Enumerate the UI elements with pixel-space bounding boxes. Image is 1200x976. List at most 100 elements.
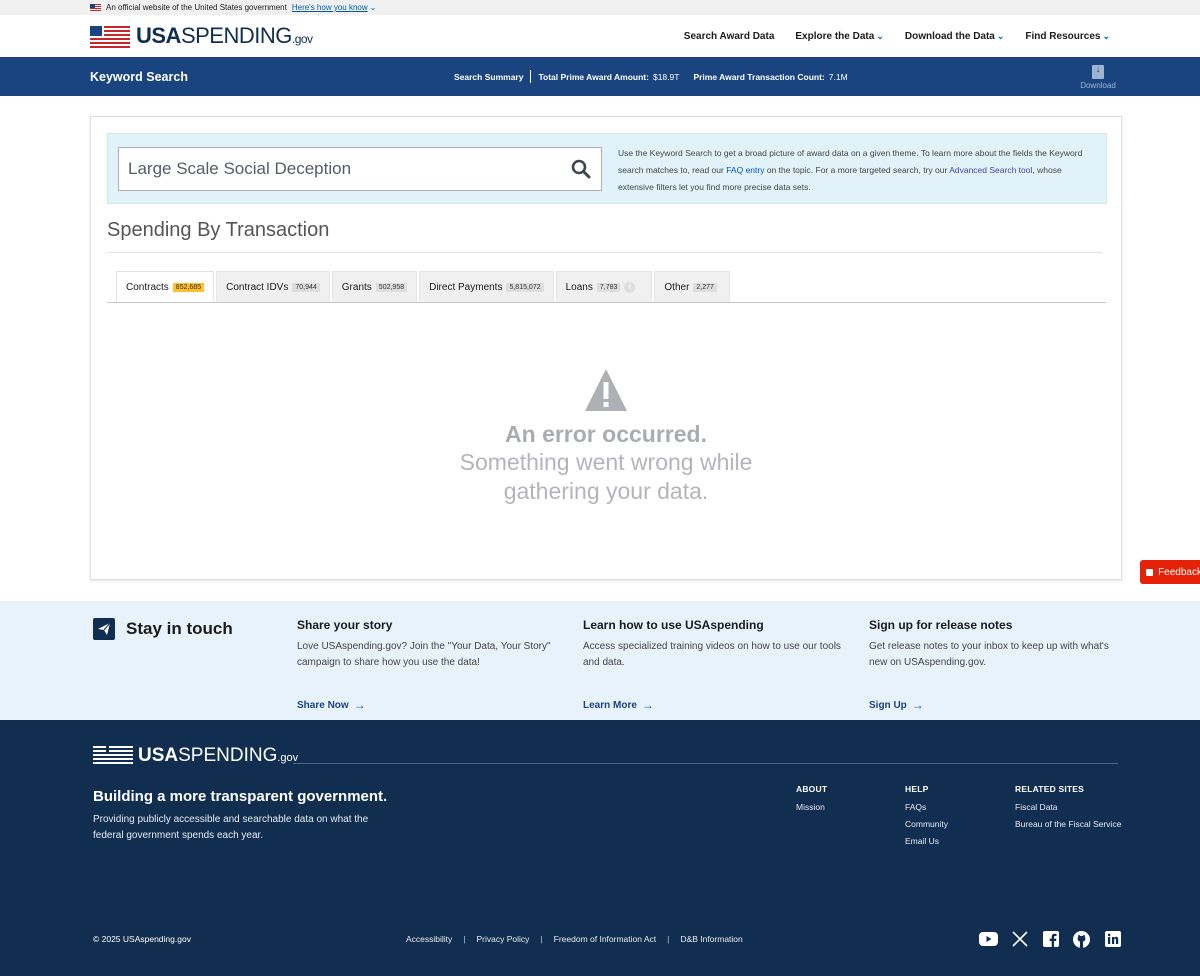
social-links xyxy=(979,930,1122,948)
tab-count: 2,277 xyxy=(693,282,717,292)
nav-search-award-data[interactable]: Search Award Data xyxy=(684,31,775,42)
heres-how-you-know-link[interactable]: Here's how you know xyxy=(292,3,368,12)
tab-count: 5,815,072 xyxy=(506,282,544,292)
copyright: © 2025 USAspending.gov xyxy=(93,934,191,944)
footer-related-sites-column: RELATED SITES Fiscal Data Bureau of the … xyxy=(1015,784,1121,836)
privacy-policy-link[interactable]: Privacy Policy xyxy=(477,934,530,944)
tab-count: 502,958 xyxy=(375,282,408,292)
tab-count: 7,783 xyxy=(596,282,621,292)
total-amount-value: $18.9T xyxy=(652,71,680,82)
arrow-right-icon: → xyxy=(353,698,366,712)
footer-link-fiscal-data[interactable]: Fiscal Data xyxy=(1015,802,1121,812)
gov-banner: An official website of the United States… xyxy=(0,0,1200,15)
tab-contract-idvs[interactable]: Contract IDVs 70,944 xyxy=(216,271,330,302)
info-icon[interactable]: i xyxy=(624,281,636,293)
column-heading: Share your story xyxy=(297,618,393,632)
error-message: An error occurred. Something went wrong … xyxy=(391,367,821,506)
tab-count: 852,685 xyxy=(172,282,205,292)
sign-up-link[interactable]: Sign Up → xyxy=(869,698,924,712)
tab-other[interactable]: Other 2,277 xyxy=(654,271,730,302)
column-heading: Learn how to use USAspending xyxy=(583,618,764,632)
share-now-link[interactable]: Share Now → xyxy=(297,698,366,712)
learn-column: Learn how to use USAspending Access spec… xyxy=(583,618,843,712)
chevron-down-icon: ⌄ xyxy=(876,30,884,41)
nav-download-the-data[interactable]: Download the Data ⌄ xyxy=(905,31,1005,42)
footer-logo[interactable]: USASPENDING.gov xyxy=(93,745,298,767)
site-footer: USASPENDING.gov Building a more transpar… xyxy=(0,720,1200,976)
transaction-count-label: Prime Award Transaction Count: xyxy=(693,71,825,82)
footer-tagline: Building a more transparent government. xyxy=(93,788,388,805)
stay-in-touch-title: Stay in touch xyxy=(126,619,233,638)
main-nav: Search Award Data Explore the Data ⌄ Down… xyxy=(684,31,1110,42)
chevron-down-icon: ⌄ xyxy=(996,30,1005,41)
share-story-column: Share your story Love USAspending.gov? J… xyxy=(297,618,557,712)
stay-in-touch-section: Stay in touch Share your story Love USAs… xyxy=(0,601,1200,720)
footer-column-heading: HELP xyxy=(905,784,929,794)
search-button[interactable] xyxy=(561,148,601,190)
divider xyxy=(107,302,1106,303)
footer-help-column: HELP FAQs Community Email Us xyxy=(905,784,948,853)
nav-explore-the-data[interactable]: Explore the Data ⌄ xyxy=(795,31,883,42)
release-notes-column: Sign up for release notes Get release no… xyxy=(869,618,1129,712)
stay-in-touch-header: Stay in touch xyxy=(93,618,233,640)
download-icon xyxy=(1092,64,1104,79)
download-button[interactable]: Download xyxy=(1078,64,1118,90)
divider xyxy=(107,252,1102,253)
arrow-right-icon: → xyxy=(911,698,924,712)
dnb-information-link[interactable]: D&B Information xyxy=(680,934,742,944)
footer-link-community[interactable]: Community xyxy=(905,819,948,829)
facebook-icon[interactable] xyxy=(1041,930,1060,948)
feedback-label: Feedback xyxy=(1158,566,1200,578)
foia-link[interactable]: Freedom of Information Act xyxy=(554,934,657,944)
search-input[interactable] xyxy=(119,148,561,190)
divider xyxy=(293,763,1118,764)
paper-plane-icon xyxy=(93,618,115,640)
tab-grants[interactable]: Grants 502,958 xyxy=(331,271,418,302)
error-text-line2: gathering your data. xyxy=(503,478,709,504)
footer-link-email-us[interactable]: Email Us xyxy=(905,836,948,846)
github-icon[interactable] xyxy=(1072,930,1091,948)
footer-link-mission[interactable]: Mission xyxy=(796,802,827,812)
column-heading: Sign up for release notes xyxy=(869,618,1013,632)
transaction-count-value: 7.1M xyxy=(828,71,848,82)
faq-link[interactable]: FAQ entry xyxy=(726,165,764,175)
column-text: Love USAspending.gov? Join the "Your Dat… xyxy=(297,641,551,668)
award-type-tabs: Contracts 852,685 Contract IDVs 70,944 Gra… xyxy=(116,271,730,303)
search-help-text: Use the Keyword Search to get a broad pi… xyxy=(618,148,1083,192)
tab-count: 70,944 xyxy=(292,282,320,292)
youtube-icon[interactable] xyxy=(979,930,998,948)
warning-icon xyxy=(585,369,627,411)
search-summary-label: Search Summary xyxy=(454,71,524,82)
search-summary: Search Summary Total Prime Award Amount:… xyxy=(454,57,848,96)
tab-direct-payments[interactable]: Direct Payments 5,815,072 xyxy=(419,271,554,302)
logo-lines-icon xyxy=(93,746,133,766)
feedback-button[interactable]: Feedback xyxy=(1140,560,1200,584)
keyword-search-panel: Use the Keyword Search to get a broad pi… xyxy=(107,133,1107,204)
site-header: USASPENDING.gov Search Award Data Explor… xyxy=(0,15,1200,57)
accessibility-link[interactable]: Accessibility xyxy=(406,934,452,944)
gov-banner-text: An official website of the United States… xyxy=(106,3,287,12)
footer-wordmark: USASPENDING.gov xyxy=(138,745,299,766)
keyword-search-bar: Keyword Search Search Summary Total Prim… xyxy=(0,57,1200,96)
tab-contracts[interactable]: Contracts 852,685 xyxy=(116,271,215,303)
linkedin-icon[interactable] xyxy=(1103,930,1122,948)
advanced-search-link[interactable]: Advanced Search tool xyxy=(949,165,1032,175)
column-text: Access specialized training videos on ho… xyxy=(583,641,841,668)
x-icon[interactable] xyxy=(1010,930,1029,948)
logo-flag-icon xyxy=(90,26,130,48)
footer-link-faqs[interactable]: FAQs xyxy=(905,802,948,812)
chevron-down-icon[interactable]: ⌄ xyxy=(370,3,377,12)
learn-more-link[interactable]: Learn More → xyxy=(583,698,654,712)
section-title: Spending By Transaction xyxy=(107,219,330,241)
divider xyxy=(530,70,532,83)
arrow-right-icon: → xyxy=(641,698,654,712)
chevron-down-icon: ⌄ xyxy=(1102,30,1110,41)
us-flag-icon xyxy=(90,4,101,11)
error-heading: An error occurred. xyxy=(505,421,707,447)
chat-bubble-icon xyxy=(1146,568,1154,576)
nav-find-resources[interactable]: Find Resources ⌄ xyxy=(1025,31,1110,42)
footer-link-bureau-fiscal-service[interactable]: Bureau of the Fiscal Service xyxy=(1015,819,1121,829)
search-field xyxy=(118,147,602,191)
usaspending-logo[interactable]: USASPENDING.gov xyxy=(90,23,313,49)
tab-loans[interactable]: Loans 7,783 i xyxy=(555,271,653,302)
